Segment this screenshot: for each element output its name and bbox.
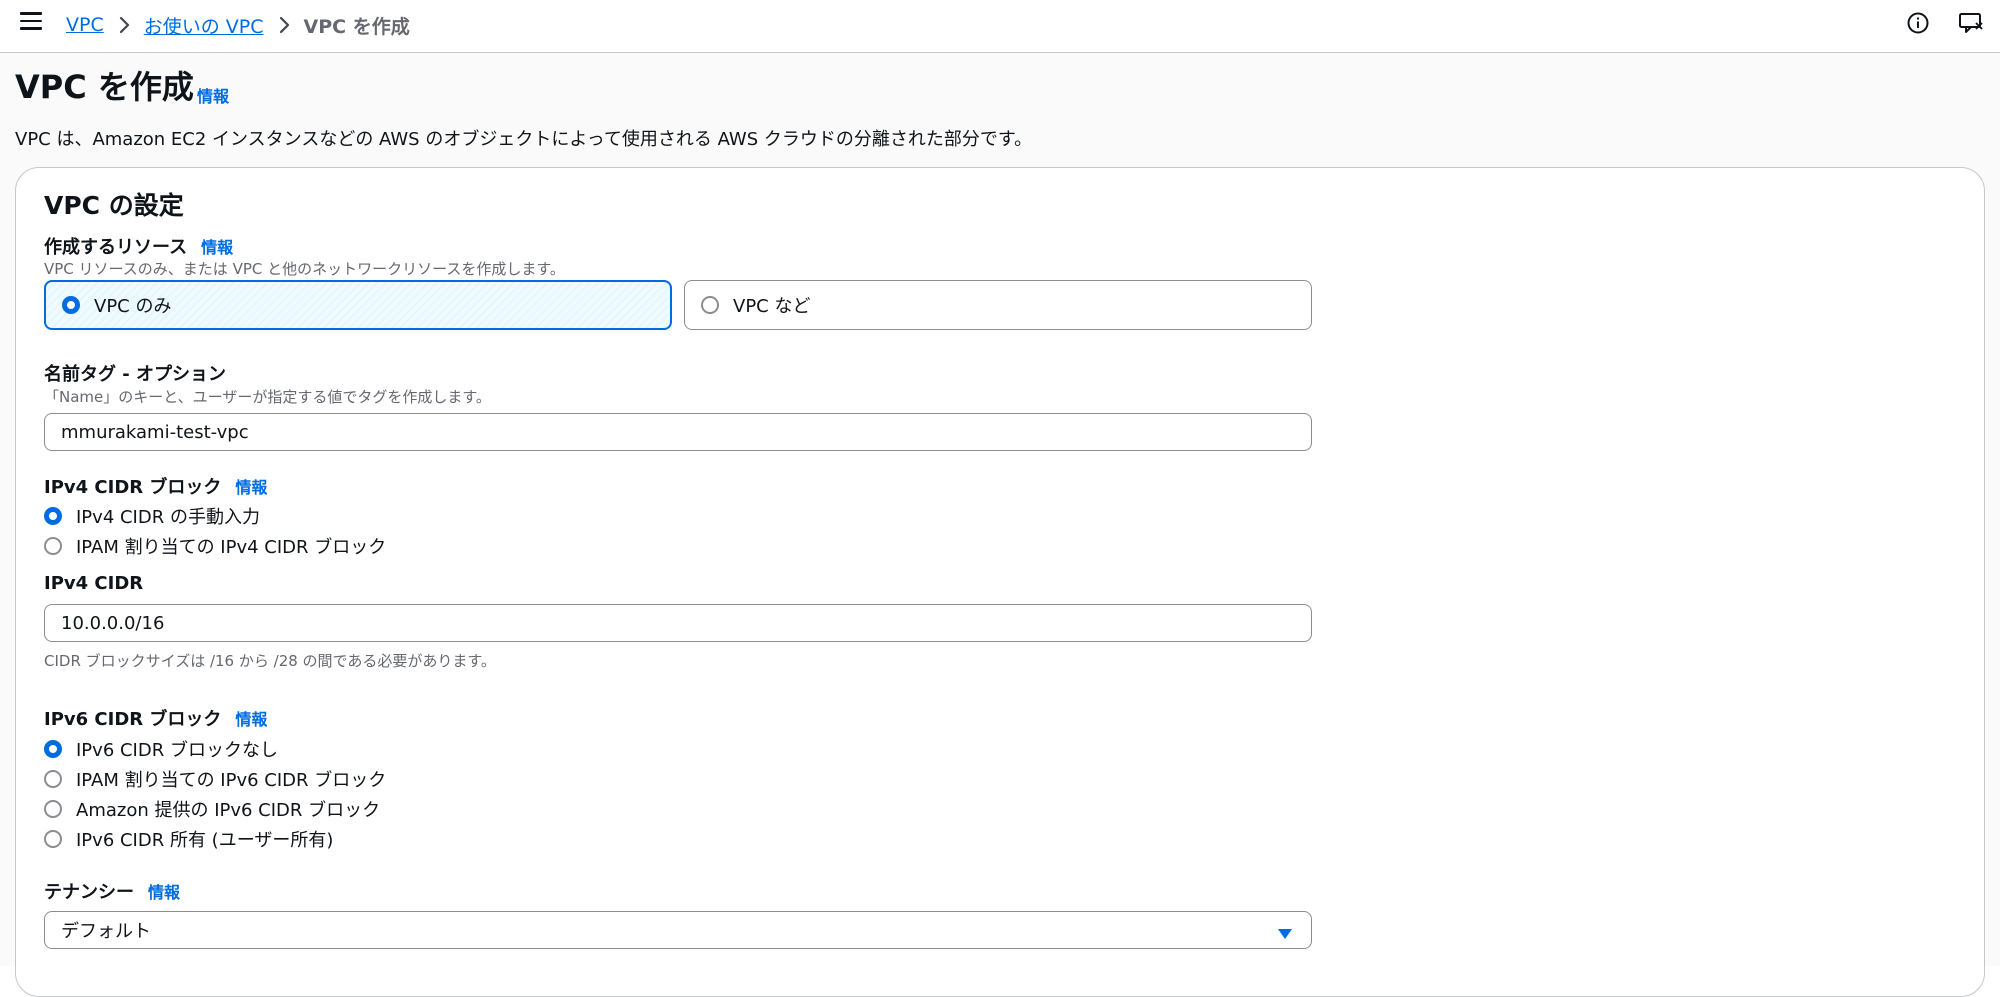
ipv6-option-label: Amazon 提供の IPv6 CIDR ブロック — [76, 800, 381, 821]
tenancy-label: テナンシー — [44, 882, 134, 903]
tenancy-selected-value: デフォルト — [61, 921, 151, 942]
ipv4-cidr-input[interactable]: 10.0.0.0/16 — [44, 604, 1312, 642]
name-tag-label-text: 名前タグ - オプション — [44, 364, 227, 385]
resource-option-vpc-only[interactable]: VPC のみ — [44, 280, 672, 330]
name-tag-input[interactable]: mmurakami-test-vpc — [44, 413, 1312, 451]
page-info-link[interactable]: 情報 — [197, 83, 229, 107]
radio-selected[interactable] — [44, 740, 62, 758]
ipv6-option-amazon[interactable]: Amazon 提供の IPv6 CIDR ブロック — [44, 796, 380, 822]
ipv6-option-ipam[interactable]: IPAM 割り当ての IPv6 CIDR ブロック — [44, 766, 386, 792]
ipv4-option-label: IPv4 CIDR の手動入力 — [76, 507, 260, 528]
resources-label: 作成するリソース — [44, 237, 188, 258]
ipv6-option-label: IPv6 CIDR ブロックなし — [76, 740, 278, 761]
radio-unselected[interactable] — [44, 800, 62, 818]
radio-unselected[interactable] — [44, 830, 62, 848]
radio-unselected[interactable] — [44, 537, 62, 555]
ipv6-option-label: IPAM 割り当ての IPv6 CIDR ブロック — [76, 770, 387, 791]
resources-label-row: 作成するリソース 情報 — [44, 233, 233, 259]
info-circle-icon[interactable] — [1906, 11, 1930, 39]
ipv4-option-label: IPAM 割り当ての IPv4 CIDR ブロック — [76, 537, 387, 558]
radio-unselected[interactable] — [701, 296, 719, 314]
tenancy-select[interactable]: デフォルト — [44, 911, 1312, 949]
ipv6-block-label: IPv6 CIDR ブロック — [44, 709, 222, 730]
ipv6-option-none[interactable]: IPv6 CIDR ブロックなし — [44, 736, 278, 762]
resource-option-label: VPC など — [733, 296, 811, 317]
ipv6-block-info-link[interactable]: 情報 — [235, 710, 267, 729]
vpc-settings-card: VPC の設定 作成するリソース 情報 VPC リソースのみ、または VPC と他… — [15, 167, 1985, 997]
page-content: VPC を作成 情報 VPC は、Amazon EC2 インスタンスなどの AW… — [0, 53, 2000, 997]
tenancy-label-row: テナンシー 情報 — [44, 878, 180, 904]
name-tag-label: 名前タグ - オプション — [44, 360, 226, 386]
tenancy-info-link[interactable]: 情報 — [148, 883, 180, 902]
radio-unselected[interactable] — [44, 770, 62, 788]
ipv4-block-info-link[interactable]: 情報 — [235, 478, 267, 497]
ipv6-option-byoip[interactable]: IPv6 CIDR 所有 (ユーザー所有) — [44, 826, 333, 852]
top-bar: VPC お使いの VPC VPC を作成 — [0, 0, 2000, 53]
breadcrumb-link-your-vpcs[interactable]: お使いの VPC — [144, 12, 264, 39]
page-description: VPC は、Amazon EC2 インスタンスなどの AWS のオブジェクトによ… — [15, 129, 1033, 150]
breadcrumb-current: VPC を作成 — [303, 15, 410, 38]
breadcrumb: VPC お使いの VPC VPC を作成 — [66, 12, 410, 38]
ipv4-option-manual[interactable]: IPv4 CIDR の手動入力 — [44, 503, 260, 529]
page-title: VPC を作成 — [15, 68, 194, 106]
ipv4-block-label-row: IPv4 CIDR ブロック 情報 — [44, 473, 267, 499]
ipv4-block-label: IPv4 CIDR ブロック — [44, 477, 222, 498]
breadcrumb-link-vpc[interactable]: VPC — [66, 14, 104, 36]
resources-hint: VPC リソースのみ、または VPC と他のネットワークリソースを作成します。 — [44, 260, 565, 278]
hamburger-menu-icon[interactable] — [20, 12, 42, 34]
feedback-icon[interactable] — [1958, 11, 1984, 39]
name-tag-hint: 「Name」のキーと、ユーザーが指定する値でタグを作成します。 — [44, 388, 491, 406]
ipv4-cidr-hint: CIDR ブロックサイズは /16 から /28 の間である必要があります。 — [44, 652, 496, 670]
ipv4-cidr-label: IPv4 CIDR — [44, 573, 144, 594]
ipv6-option-label: IPv6 CIDR 所有 (ユーザー所有) — [76, 830, 334, 851]
radio-selected[interactable] — [62, 296, 80, 314]
caret-down-icon — [1277, 924, 1293, 945]
chevron-right-icon — [278, 16, 290, 34]
resources-info-link[interactable]: 情報 — [201, 238, 233, 257]
resource-option-label: VPC のみ — [94, 296, 172, 317]
radio-selected[interactable] — [44, 507, 62, 525]
chevron-right-icon — [118, 16, 130, 34]
ipv4-option-ipam[interactable]: IPAM 割り当ての IPv4 CIDR ブロック — [44, 533, 386, 559]
resource-option-vpc-and-more[interactable]: VPC など — [684, 280, 1312, 330]
vpc-settings-title: VPC の設定 — [44, 191, 184, 220]
ipv6-block-label-row: IPv6 CIDR ブロック 情報 — [44, 705, 267, 731]
